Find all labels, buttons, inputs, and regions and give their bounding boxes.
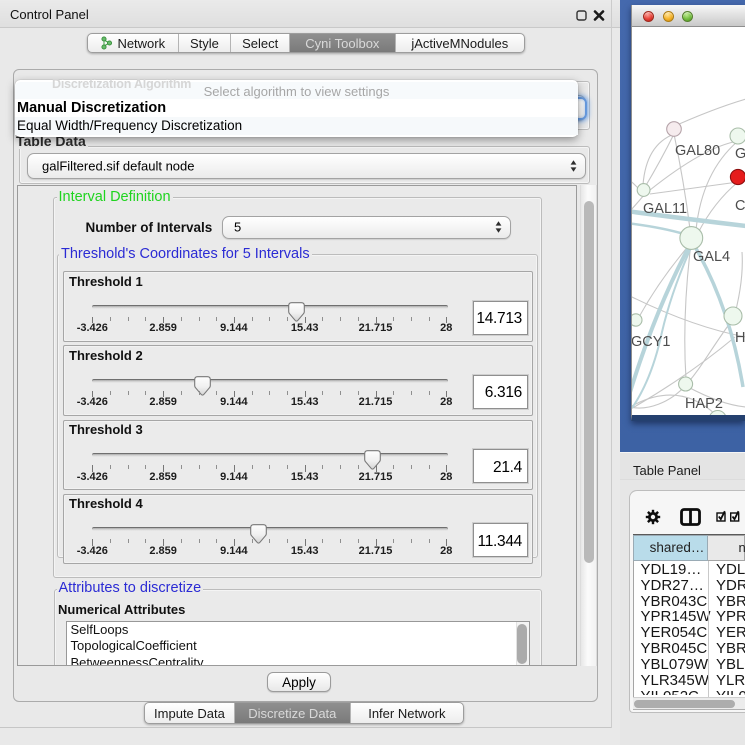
svg-text:GA: GA bbox=[735, 146, 745, 162]
svg-text:GAL4: GAL4 bbox=[693, 249, 730, 265]
svg-text:HAP2: HAP2 bbox=[685, 396, 723, 412]
svg-text:GCY1: GCY1 bbox=[632, 334, 671, 350]
svg-text:CB: CB bbox=[735, 198, 745, 214]
svg-text:HI: HI bbox=[735, 330, 745, 346]
svg-text:GAL11: GAL11 bbox=[643, 201, 687, 217]
svg-text:GAL80: GAL80 bbox=[675, 143, 720, 159]
